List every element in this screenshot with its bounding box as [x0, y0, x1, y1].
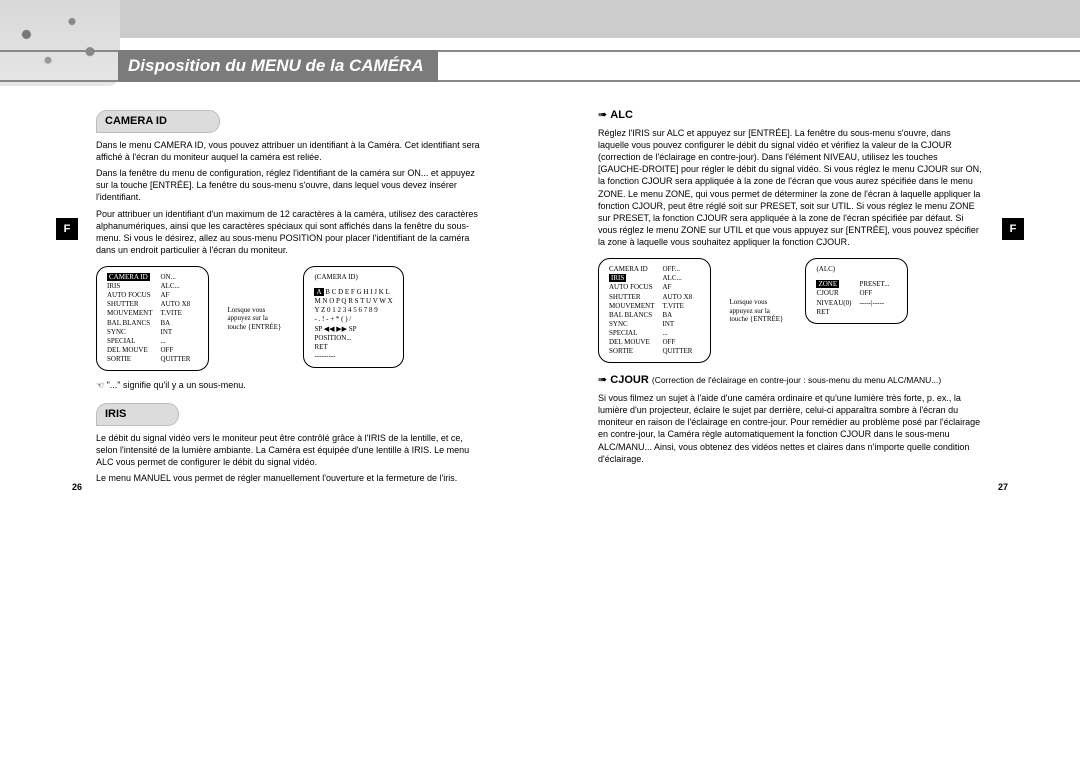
menu-row: AUTO FOCUS	[107, 291, 161, 300]
menu-row: BAL BLANCS	[107, 319, 161, 328]
menu-alc-title: (ALC)	[816, 265, 897, 274]
menu-row-val: OFF	[663, 338, 701, 347]
charset-row: Y Z 0 1 2 3 4 5 6 7 8 9	[314, 306, 392, 315]
menu-row: SYNC	[609, 320, 663, 329]
page-number-left: 26	[72, 481, 82, 493]
menu-row: SPECIAL	[107, 337, 161, 346]
page-right: F ALC Réglez l'IRIS sur ALC et appuyez s…	[540, 100, 1080, 763]
menu-row-val: ALC...	[161, 282, 199, 291]
menu-row: NIVEAU(0)	[816, 299, 859, 308]
language-tab-left: F	[56, 218, 78, 240]
menu-row: SORTIE	[107, 355, 161, 364]
menu-row-highlight: IRIS	[609, 274, 626, 282]
camera-id-p1: Dans le menu CAMERA ID, vous pouvez attr…	[96, 139, 482, 163]
charset-row: SP ◀◀ ▶▶ SP	[314, 325, 392, 334]
header-gray-bar	[0, 0, 1080, 38]
menu-row-val: OFF	[859, 289, 897, 298]
submenu-note: "..." signifie qu'il y a un sous-menu.	[96, 379, 482, 391]
cjour-p1: Si vous filmez un sujet à l'aide d'une c…	[598, 392, 984, 465]
menu-row: SHUTTER	[107, 300, 161, 309]
menu-row: SYNC	[107, 328, 161, 337]
charset-row: B C D E F G H I J K L	[324, 288, 390, 296]
menu-row-val: -----|-----	[859, 299, 897, 308]
arrow-icon	[598, 374, 610, 386]
menu-row: BAL BLANCS	[609, 311, 663, 320]
menu-row-val: T.VITE	[663, 302, 701, 311]
charset-row: POSITION...	[314, 334, 392, 343]
camera-id-p2: Dans la fenêtre du menu de configuration…	[96, 167, 482, 203]
menu-row: DEL MOUVE	[107, 346, 161, 355]
section-camera-id-head: CAMERA ID	[96, 110, 482, 133]
menu-row-val: ...	[663, 329, 701, 338]
alc-p1: Réglez l'IRIS sur ALC et appuyez sur [EN…	[598, 127, 984, 248]
alc-menus: CAMERA IDOFF... IRISALC... AUTO FOCUSAF …	[598, 258, 984, 363]
menu-alc-box: (ALC) ZONE PRESET... CJOUROFF NIVEAU(0)--…	[805, 258, 908, 323]
menu-row-val: QUITTER	[663, 347, 701, 356]
cjour-desc: (Correction de l'éclairage en contre-jou…	[652, 375, 941, 385]
menu-row: SORTIE	[609, 347, 663, 356]
menu-row-val: QUITTER	[161, 355, 199, 364]
menu-row-val: AUTO X8	[663, 293, 701, 302]
menu-row-val: OFF	[161, 346, 199, 355]
menu-row-val: INT	[161, 328, 199, 337]
section-iris-label: IRIS	[96, 403, 179, 426]
menu-row-val: T.VITE	[161, 309, 199, 318]
iris-p1: Le débit du signal vidéo vers le moniteu…	[96, 432, 482, 468]
menu-sub-box: (CAMERA ID) A B C D E F G H I J K L M N …	[303, 266, 403, 368]
page-number-right: 27	[998, 481, 1008, 493]
menu-hint-right: Lorsque vous appuyez sur la touche {ENTR…	[729, 298, 787, 323]
menu-row-val: OFF...	[663, 265, 701, 274]
menu-row: IRIS	[107, 282, 161, 291]
language-tab-right: F	[1002, 218, 1024, 240]
menu-row-val: BA	[663, 311, 701, 320]
menu-main-title: CAMERA ID	[107, 273, 150, 281]
menu-row-val: ...	[161, 337, 199, 346]
menu-row: RET	[816, 308, 859, 317]
alc-label: ALC	[610, 109, 633, 121]
page-spread: F CAMERA ID Dans le menu CAMERA ID, vous…	[0, 100, 1080, 763]
menu-main-title-val: ON...	[161, 273, 199, 282]
menu-row: MOUVEMENT	[609, 302, 663, 311]
menu-row-val: AF	[161, 291, 199, 300]
menu-row: CJOUR	[816, 289, 859, 298]
section-camera-id-label: CAMERA ID	[96, 110, 220, 133]
charset-highlight: A	[314, 288, 323, 296]
page-left: F CAMERA ID Dans le menu CAMERA ID, vous…	[0, 100, 540, 763]
menu-row-val: PRESET...	[859, 280, 897, 289]
camera-id-menus: CAMERA ID ON... IRISALC... AUTO FOCUSAF S…	[96, 266, 482, 371]
menu-row-val: INT	[663, 320, 701, 329]
menu-row: SPECIAL	[609, 329, 663, 338]
menu-row-val: AUTO X8	[161, 300, 199, 309]
menu-main-box-right: CAMERA IDOFF... IRISALC... AUTO FOCUSAF …	[598, 258, 711, 363]
camera-id-p3: Pour attribuer un identifiant d'un maxim…	[96, 208, 482, 257]
alc-heading: ALC	[598, 108, 984, 123]
menu-row: AUTO FOCUS	[609, 283, 663, 292]
menu-row: MOUVEMENT	[107, 309, 161, 318]
arrow-icon	[598, 109, 610, 121]
menu-sub-title: (CAMERA ID)	[314, 273, 392, 282]
menu-row: DEL MOUVE	[609, 338, 663, 347]
cjour-heading: CJOUR (Correction de l'éclairage en cont…	[598, 373, 984, 388]
cjour-label: CJOUR	[610, 374, 649, 386]
charset-row: RET	[314, 343, 392, 352]
menu-row-highlight: ZONE	[816, 280, 839, 288]
menu-row-val: ALC...	[663, 274, 701, 283]
menu-row-val	[859, 308, 897, 317]
menu-row-val: AF	[663, 283, 701, 292]
menu-row-val: BA	[161, 319, 199, 328]
page-title: Disposition du MENU de la CAMÉRA	[118, 50, 438, 82]
charset-row: M N O P Q R S T U V W X	[314, 297, 392, 306]
menu-row: CAMERA ID	[609, 265, 663, 274]
section-iris-head: IRIS	[96, 403, 482, 426]
menu-hint: Lorsque vous appuyez sur la touche {ENTR…	[227, 306, 285, 331]
menu-row: SHUTTER	[609, 293, 663, 302]
iris-p2: Le menu MANUEL vous permet de régler man…	[96, 472, 482, 484]
charset-row: - . ! - + * ( ) /	[314, 315, 392, 324]
menu-main-box: CAMERA ID ON... IRISALC... AUTO FOCUSAF S…	[96, 266, 209, 371]
charset-row: ---------	[314, 352, 392, 361]
